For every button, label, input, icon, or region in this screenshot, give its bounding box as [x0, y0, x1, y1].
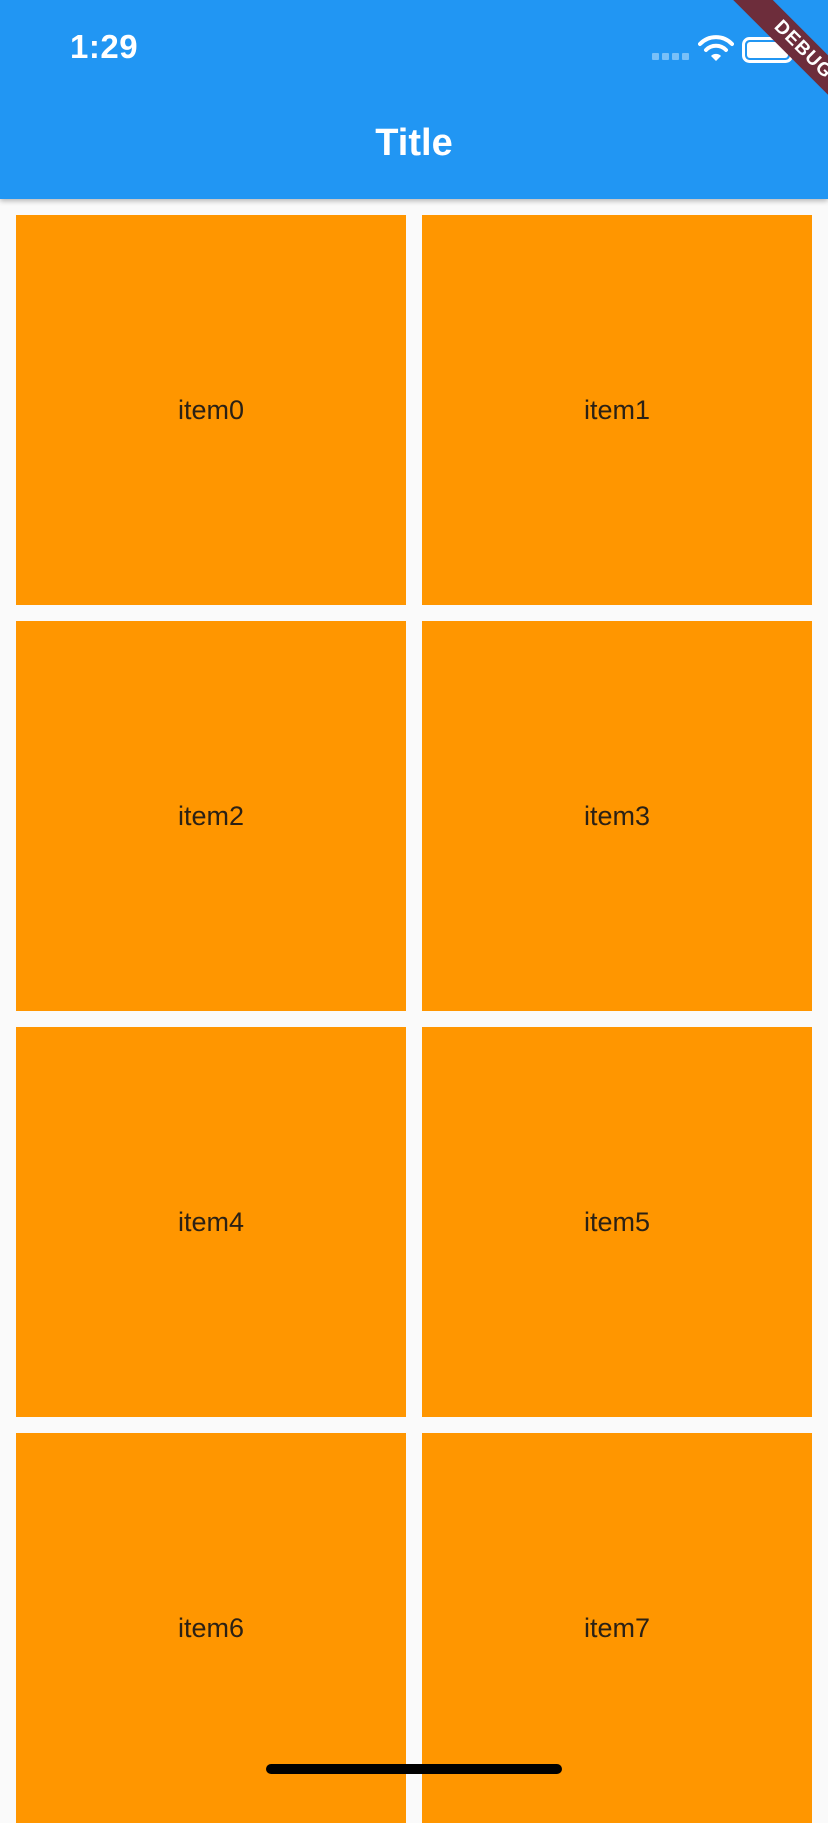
grid-item-1[interactable]: item1 [422, 215, 812, 605]
status-time: 1:29 [70, 28, 139, 65]
debug-banner-label: DEBUG [732, 0, 828, 120]
grid-item-label: item2 [177, 800, 245, 831]
debug-banner: DEBUG [708, 0, 828, 120]
grid-item-label: item3 [583, 800, 651, 831]
grid-item-label: item0 [177, 394, 245, 425]
grid-item-label: item5 [583, 1206, 651, 1237]
signal-icon [652, 53, 689, 60]
page-title: Title [375, 122, 453, 164]
grid-item-2[interactable]: item2 [16, 621, 406, 1011]
grid-item-4[interactable]: item4 [16, 1027, 406, 1417]
grid-item-3[interactable]: item3 [422, 621, 812, 1011]
grid-item-label: item6 [177, 1612, 245, 1643]
home-indicator[interactable] [266, 1764, 562, 1774]
item-grid: item0 item1 item2 item3 item4 item5 item… [16, 215, 812, 1823]
grid-item-5[interactable]: item5 [422, 1027, 812, 1417]
app-bar: 1:29 Title [0, 0, 828, 199]
grid-item-label: item1 [583, 394, 651, 425]
grid-item-label: item7 [583, 1612, 651, 1643]
grid-item-label: item4 [177, 1206, 245, 1237]
grid-item-0[interactable]: item0 [16, 215, 406, 605]
